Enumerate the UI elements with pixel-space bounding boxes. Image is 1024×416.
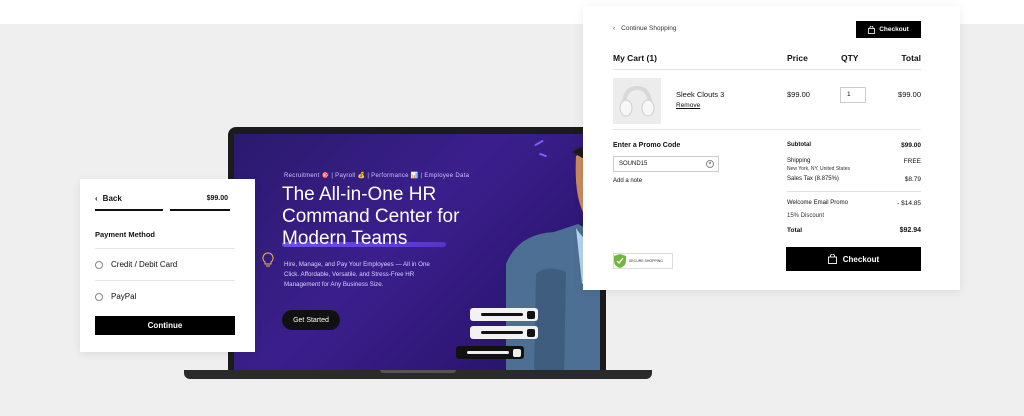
step-indicator	[170, 209, 230, 211]
product-name: Sleek Clouts 3	[676, 90, 725, 99]
continue-button[interactable]: Continue	[95, 316, 235, 335]
tax-label: Sales Tax (8.875%)	[787, 176, 839, 182]
total-label: Total	[787, 227, 803, 234]
back-link[interactable]: ‹ Back	[95, 194, 122, 203]
product-image	[613, 78, 661, 124]
column-header-price: Price	[787, 53, 808, 63]
toggle-widget	[456, 346, 524, 359]
checkout-label: Checkout	[842, 254, 880, 264]
shipping-value: FREE	[903, 158, 921, 165]
payment-option-label: Credit / Debit Card	[111, 260, 178, 269]
promo-code-input[interactable]: SOUND15 ×	[613, 156, 719, 172]
hero-subtitle: Hire, Manage, and Pay Your Employees — A…	[284, 261, 430, 288]
toggle-widget	[470, 308, 538, 321]
payment-price: $99.00	[206, 195, 228, 202]
get-started-button[interactable]: Get Started	[282, 310, 340, 330]
column-header-total: Total	[901, 53, 921, 63]
promo-discount-sub: 15% Discount	[787, 213, 825, 219]
checkout-button[interactable]: Checkout	[786, 247, 921, 271]
tax-row: Sales Tax (8.875%) $8.79	[787, 176, 921, 183]
toggle-widget	[470, 326, 538, 339]
payment-method-title: Payment Method	[95, 230, 156, 239]
chevron-left-icon: ‹	[95, 194, 98, 203]
laptop-notch	[380, 370, 456, 373]
divider	[787, 191, 921, 192]
payment-option-paypal[interactable]: PayPal	[95, 292, 136, 301]
subtotal-label: Subtotal	[787, 142, 811, 148]
radio-button[interactable]	[95, 260, 103, 269]
shipping-row: Shipping FREE	[787, 158, 921, 165]
clear-icon[interactable]: ×	[706, 160, 714, 168]
promo-code-label: Enter a Promo Code	[613, 142, 681, 149]
headphones-icon	[619, 85, 655, 117]
column-header-qty: QTY	[841, 53, 859, 63]
step-indicator	[95, 209, 163, 211]
total-row: Total $92.94	[787, 227, 921, 234]
back-label: Back	[102, 194, 122, 203]
shipping-location: New York, NY, United States	[787, 166, 850, 172]
promo-code-value: SOUND15	[619, 161, 648, 167]
promo-discount-label: Welcome Email Promo	[787, 200, 848, 206]
shipping-label: Shipping	[787, 158, 811, 164]
hero-title: The All-in-One HR Command Center for Mod…	[282, 184, 460, 249]
payment-card: ‹ Back $99.00 Payment Method Credit / De…	[80, 179, 255, 352]
divider	[95, 248, 235, 249]
tax-value: $8.79	[904, 176, 921, 183]
divider	[613, 129, 921, 130]
promo-discount-row: Welcome Email Promo - $14.85	[787, 200, 921, 207]
promo-discount-value: - $14.85	[897, 200, 921, 207]
continue-shopping-label: Continue Shopping	[621, 25, 677, 32]
radio-button[interactable]	[95, 292, 103, 301]
remove-link[interactable]: Remove	[676, 102, 700, 109]
total-value: $92.94	[899, 227, 921, 234]
shield-check-icon	[614, 254, 626, 268]
lightbulb-icon	[262, 252, 274, 267]
cart-heading: My Cart (1)	[613, 53, 657, 63]
payment-option-card[interactable]: Credit / Debit Card	[95, 260, 177, 269]
divider	[613, 69, 921, 70]
product-total: $99.00	[898, 90, 921, 99]
checkout-button-top[interactable]: Checkout	[856, 21, 921, 38]
bag-icon	[827, 254, 837, 264]
cart-card: ‹ Continue Shopping Checkout My Cart (1)…	[583, 6, 960, 290]
subtotal-value: $99.00	[901, 142, 921, 149]
chevron-left-icon: ‹	[613, 25, 616, 32]
laptop-screen: Recruitment 🎯 | Payroll 💰 | Performance …	[234, 134, 600, 370]
bag-icon	[868, 25, 876, 34]
payment-option-label: PayPal	[111, 292, 137, 301]
secure-shopping-badge: SECURE SHOPPING	[613, 253, 673, 269]
secure-badge-text: SECURE SHOPPING	[629, 259, 664, 263]
product-price: $99.00	[787, 90, 810, 99]
subtotal-row: Subtotal $99.00	[787, 142, 921, 149]
continue-shopping-link[interactable]: ‹ Continue Shopping	[613, 25, 676, 32]
hero-tags: Recruitment 🎯 | Payroll 💰 | Performance …	[284, 173, 470, 179]
divider	[95, 280, 235, 281]
checkout-label: Checkout	[879, 26, 909, 33]
quantity-input[interactable]: 1	[840, 87, 866, 103]
add-note-link[interactable]: Add a note	[613, 178, 642, 184]
